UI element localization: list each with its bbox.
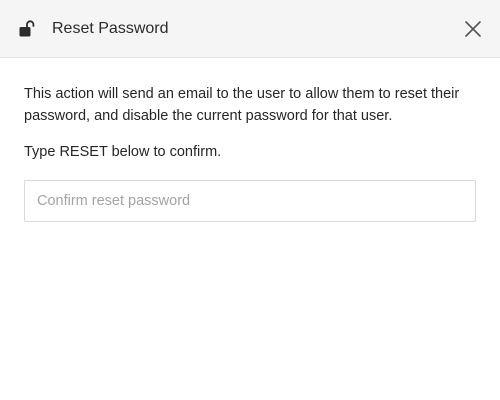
confirm-instruction: Type RESET below to confirm. — [24, 144, 222, 160]
close-icon — [465, 21, 481, 37]
confirm-reset-input[interactable] — [24, 180, 476, 222]
dialog-header: Reset Password — [0, 0, 500, 58]
dialog-title: Reset Password — [52, 20, 169, 37]
dialog-body: This action will send an email to the us… — [24, 83, 480, 222]
reset-password-dialog: Reset Password This action will send an … — [0, 0, 500, 400]
close-button[interactable] — [462, 18, 484, 40]
dialog-description: This action will send an email to the us… — [24, 86, 460, 124]
unlock-icon — [18, 19, 36, 39]
